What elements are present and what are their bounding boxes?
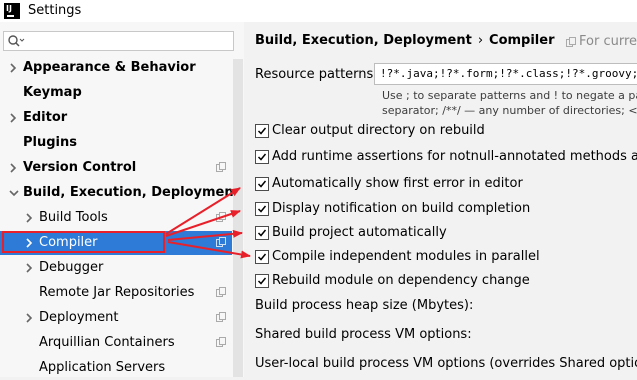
sidebar-item-keymap[interactable]: Keymap <box>0 81 232 105</box>
sidebar-item-deployment[interactable]: Deployment <box>0 306 232 330</box>
breadcrumb-parent: Build, Execution, Deployment <box>255 33 472 48</box>
sidebar-item-label: Build Tools <box>39 210 108 225</box>
settings-sidebar: Appearance & Behavior Keymap Editor Plug… <box>0 22 244 377</box>
checkbox-checked-icon[interactable] <box>255 226 269 240</box>
title-bar: Settings <box>0 0 637 22</box>
sidebar-item-editor[interactable]: Editor <box>0 106 232 130</box>
sidebar-item-label: Debugger <box>39 260 104 275</box>
for-current-label: For curren <box>579 34 637 49</box>
checkbox-label: Automatically show first error in editor <box>272 176 523 191</box>
chevron-right-icon[interactable] <box>9 112 17 124</box>
chevron-right-icon[interactable] <box>9 162 17 174</box>
checkbox-label: Compile independent modules in parallel <box>272 249 540 264</box>
checkbox-checked-icon[interactable] <box>255 274 269 288</box>
breadcrumb-current: Compiler <box>489 33 555 48</box>
window-title: Settings <box>28 3 82 18</box>
chevron-right-icon[interactable] <box>25 312 33 324</box>
checkbox-checked-icon[interactable] <box>255 124 269 138</box>
checkbox-label: Rebuild module on dependency change <box>272 273 530 288</box>
compiler-settings-panel: Build, Execution, Deployment › Compiler Fo… <box>244 22 637 377</box>
for-current-project-hint: For curren <box>566 34 637 49</box>
project-settings-icon <box>216 162 226 172</box>
search-input[interactable] <box>3 31 234 51</box>
checkbox-checked-icon[interactable] <box>255 202 269 216</box>
chevron-right-icon[interactable] <box>25 262 33 274</box>
checkbox-checked-icon[interactable] <box>255 177 269 191</box>
checkbox-label: Clear output directory on rebuild <box>272 123 485 138</box>
project-settings-icon <box>216 287 226 297</box>
chevron-down-icon[interactable] <box>8 189 20 197</box>
sidebar-item-label: Plugins <box>23 135 77 150</box>
checkbox-checked-icon[interactable] <box>255 150 269 164</box>
sidebar-item-label: Remote Jar Repositories <box>39 285 195 300</box>
project-settings-icon <box>566 37 576 47</box>
project-settings-icon <box>216 312 226 322</box>
checkbox-label: Display notification on build completion <box>272 201 531 216</box>
sidebar-item-build-execution-deployment[interactable]: Build, Execution, Deployment <box>0 181 240 205</box>
checkbox-label: Add runtime assertions for notnull-annot… <box>272 149 637 164</box>
resource-patterns-input[interactable]: !?*.java;!?*.form;!?*.class;!?*.groovy;!… <box>374 63 637 85</box>
chevron-right-icon[interactable] <box>9 62 17 74</box>
sidebar-item-remote-jar-repositories[interactable]: Remote Jar Repositories <box>0 281 232 305</box>
chevron-right-icon[interactable] <box>25 212 33 224</box>
sidebar-item-plugins[interactable]: Plugins <box>0 131 232 155</box>
sidebar-item-label: Version Control <box>23 160 137 175</box>
checkbox-checked-icon[interactable] <box>255 250 269 264</box>
breadcrumb: Build, Execution, Deployment › Compiler <box>255 33 555 48</box>
sidebar-item-label: Appearance & Behavior <box>23 60 196 75</box>
sidebar-item-debugger[interactable]: Debugger <box>0 256 232 280</box>
sidebar-item-label: Application Servers <box>39 360 166 375</box>
sidebar-item-label: Deployment <box>39 310 119 325</box>
sidebar-item-application-servers[interactable]: Application Servers <box>0 356 232 380</box>
intellij-app-icon <box>4 3 20 19</box>
sidebar-item-label: Arquillian Containers <box>39 335 175 350</box>
resource-patterns-hint-2: separator; /**/ — any number of director… <box>382 104 637 117</box>
heap-size-label: Build process heap size (Mbytes): <box>255 298 474 313</box>
sidebar-scrollbar[interactable] <box>233 59 243 377</box>
project-settings-icon <box>216 337 226 347</box>
sidebar-item-label: Keymap <box>23 85 82 100</box>
checkbox-label: Build project automatically <box>272 225 447 240</box>
sidebar-item-build-tools[interactable]: Build Tools <box>0 206 232 230</box>
sidebar-item-label: Editor <box>23 110 68 125</box>
annotation-highlight-box <box>2 231 165 253</box>
sidebar-item-appearance-behavior[interactable]: Appearance & Behavior <box>0 56 232 80</box>
sidebar-item-label: Build, Execution, Deployment <box>23 185 240 200</box>
resource-patterns-hint-1: Use ; to separate patterns and ! to nega… <box>382 89 637 102</box>
resource-patterns-label: Resource patterns: <box>255 67 378 82</box>
shared-vm-options-label: Shared build process VM options: <box>255 327 472 342</box>
project-settings-icon <box>216 212 226 222</box>
search-icon <box>8 35 25 47</box>
sidebar-item-arquillian-containers[interactable]: Arquillian Containers <box>0 331 232 355</box>
breadcrumb-separator-icon: › <box>477 33 484 48</box>
sidebar-item-version-control[interactable]: Version Control <box>0 156 232 180</box>
user-local-vm-options-label: User-local build process VM options (ove… <box>255 356 637 371</box>
project-settings-icon <box>216 237 226 247</box>
